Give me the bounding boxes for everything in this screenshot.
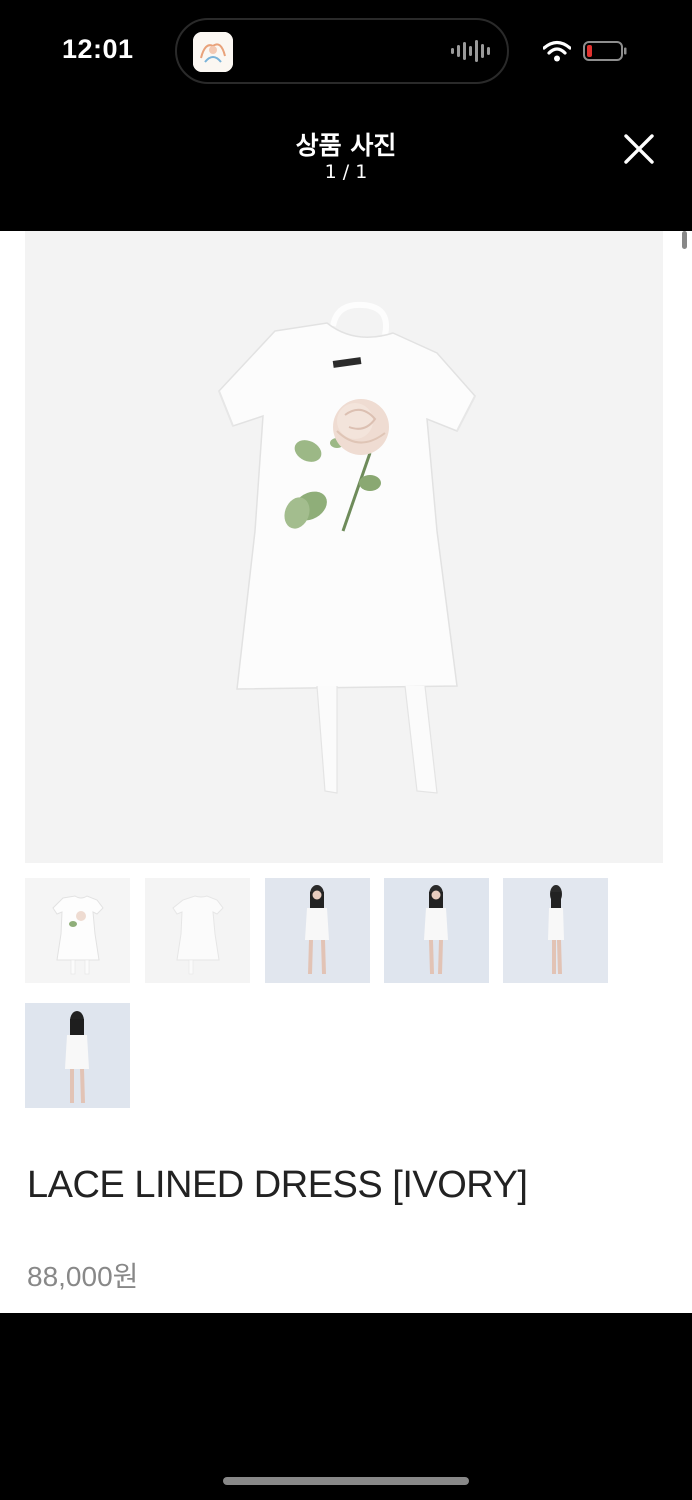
product-price: 88,000원 — [27, 1261, 139, 1292]
status-bar: 12:01 — [0, 0, 692, 100]
app-thumbnail-icon — [193, 32, 233, 72]
thumbnail-4[interactable] — [384, 878, 489, 983]
image-viewer-header: 상품 사진 1 / 1 — [0, 100, 692, 231]
main-product-image[interactable] — [25, 231, 663, 863]
thumbnail-5[interactable] — [503, 878, 608, 983]
viewer-title: 상품 사진 — [295, 131, 397, 160]
home-indicator[interactable] — [223, 1477, 469, 1485]
product-name: LACE LINED DRESS [IVORY] — [27, 1164, 528, 1206]
thumbnail-3[interactable] — [265, 878, 370, 983]
close-icon[interactable] — [620, 130, 658, 168]
battery-icon — [583, 41, 627, 61]
dynamic-island[interactable] — [175, 18, 509, 84]
status-time: 12:01 — [62, 34, 134, 64]
thumbnail-6[interactable] — [25, 1003, 130, 1108]
thumbnail-2[interactable] — [145, 878, 250, 983]
thumbnail-1[interactable] — [25, 878, 130, 983]
scrollbar[interactable] — [682, 231, 687, 249]
audio-wave-icon — [451, 40, 490, 62]
wifi-icon — [543, 40, 571, 62]
product-content[interactable]: LACE LINED DRESS [IVORY] 88,000원 — [0, 231, 692, 1313]
image-counter: 1 / 1 — [324, 161, 368, 183]
